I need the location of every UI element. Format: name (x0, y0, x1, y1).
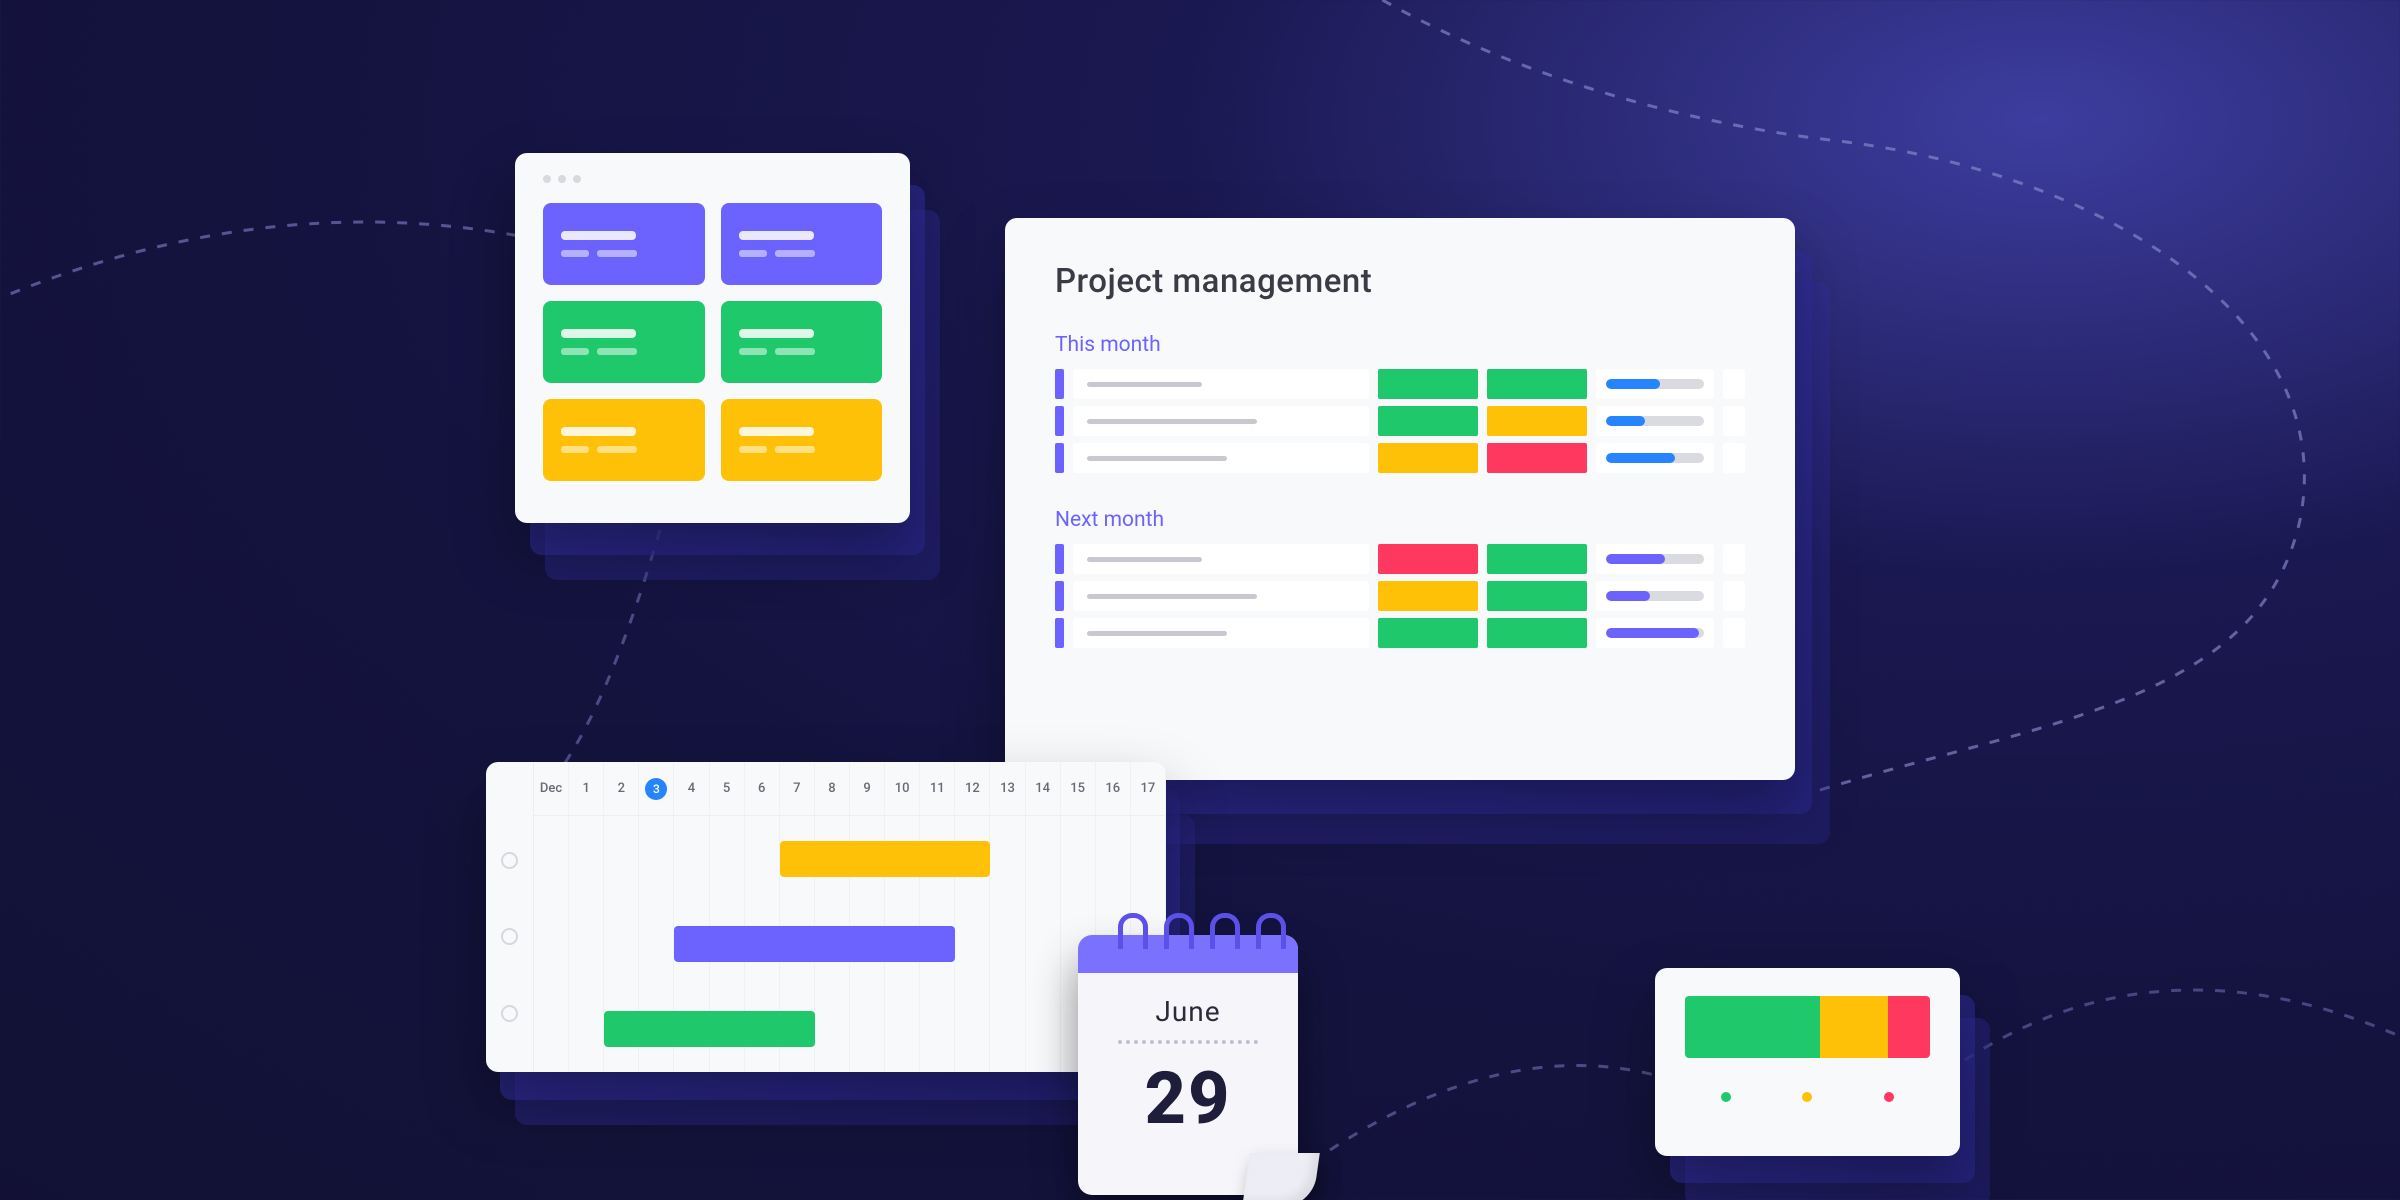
traffic-light-dot (558, 175, 566, 183)
status-cell[interactable] (1487, 369, 1587, 399)
status-cell[interactable] (1378, 544, 1478, 574)
task-row[interactable] (1055, 618, 1745, 648)
status-segment (1685, 996, 1820, 1058)
gantt-day-header[interactable]: 7 (780, 762, 815, 815)
progress-cell (1596, 406, 1714, 436)
gantt-day-header[interactable]: 11 (920, 762, 955, 815)
row-toggle-circle[interactable] (501, 852, 518, 869)
task-row[interactable] (1055, 406, 1745, 436)
task-name-placeholder (1073, 369, 1369, 399)
gantt-day-header[interactable]: 10 (885, 762, 920, 815)
status-segment (1888, 996, 1930, 1058)
panel-title: Project management (1055, 262, 1745, 301)
status-cell[interactable] (1487, 443, 1587, 473)
progress-cell (1596, 443, 1714, 473)
page-curl-icon (1242, 1153, 1320, 1200)
gantt-bar[interactable] (780, 841, 991, 877)
gantt-day-header[interactable]: 14 (1026, 762, 1061, 815)
progress-cell (1596, 544, 1714, 574)
status-cell[interactable] (1378, 406, 1478, 436)
legend-dot (1802, 1092, 1812, 1102)
status-cell[interactable] (1378, 618, 1478, 648)
kanban-tile[interactable] (721, 399, 883, 481)
status-segment (1820, 996, 1889, 1058)
task-row[interactable] (1055, 443, 1745, 473)
gantt-bar[interactable] (604, 1011, 815, 1047)
kanban-board-card (515, 153, 910, 523)
status-cell[interactable] (1487, 406, 1587, 436)
legend-dot (1884, 1092, 1894, 1102)
window-controls (543, 175, 882, 183)
status-cell[interactable] (1487, 544, 1587, 574)
traffic-light-dot (543, 175, 551, 183)
status-cell[interactable] (1378, 369, 1478, 399)
kanban-tile[interactable] (543, 203, 705, 285)
gantt-day-header[interactable]: 12 (955, 762, 990, 815)
task-name-placeholder (1073, 581, 1369, 611)
calendar-month: June (1078, 995, 1298, 1028)
row-toggle-circle[interactable] (501, 1005, 518, 1022)
task-row[interactable] (1055, 581, 1745, 611)
project-management-panel: Project management This month Next month (1005, 218, 1795, 780)
task-name-placeholder (1073, 544, 1369, 574)
kanban-tile[interactable] (543, 399, 705, 481)
gantt-day-header[interactable]: 8 (815, 762, 850, 815)
task-row[interactable] (1055, 544, 1745, 574)
gantt-day-header[interactable]: 15 (1061, 762, 1096, 815)
task-name-placeholder (1073, 443, 1369, 473)
gantt-row-toggles (486, 762, 534, 1072)
legend-dot (1721, 1092, 1731, 1102)
gantt-bar[interactable] (674, 926, 955, 962)
kanban-tile[interactable] (543, 301, 705, 383)
progress-cell (1596, 618, 1714, 648)
gantt-day-header[interactable]: 4 (674, 762, 709, 815)
task-name-placeholder (1073, 406, 1369, 436)
gantt-day-header[interactable]: 9 (850, 762, 885, 815)
section-label: Next month (1055, 508, 1745, 532)
progress-cell (1596, 369, 1714, 399)
gantt-timeline-card: Dec1234567891011121314151617 (486, 762, 1166, 1072)
gantt-day-header[interactable]: 16 (1096, 762, 1131, 815)
gantt-day-header[interactable]: 17 (1131, 762, 1166, 815)
section-label: This month (1055, 333, 1745, 357)
task-name-placeholder (1073, 618, 1369, 648)
calendar-divider (1118, 1040, 1258, 1044)
task-row[interactable] (1055, 369, 1745, 399)
status-cell[interactable] (1378, 581, 1478, 611)
calendar-rings (1118, 913, 1286, 949)
gantt-day-header[interactable]: 6 (745, 762, 780, 815)
traffic-light-dot (573, 175, 581, 183)
progress-cell (1596, 581, 1714, 611)
kanban-tile[interactable] (721, 301, 883, 383)
status-cell[interactable] (1378, 443, 1478, 473)
gantt-day-header[interactable]: 13 (990, 762, 1025, 815)
status-cell[interactable] (1487, 581, 1587, 611)
gantt-month-label: Dec (534, 762, 569, 815)
gantt-day-header[interactable]: 5 (710, 762, 745, 815)
kanban-tile[interactable] (721, 203, 883, 285)
gantt-day-header[interactable]: 2 (604, 762, 639, 815)
calendar-widget: June 29 (1078, 935, 1298, 1195)
row-toggle-circle[interactable] (501, 928, 518, 945)
gantt-day-header[interactable]: 1 (569, 762, 604, 815)
calendar-day: 29 (1078, 1056, 1298, 1141)
status-cell[interactable] (1487, 618, 1587, 648)
gantt-day-header[interactable]: 3 (639, 762, 674, 815)
status-bar-widget (1655, 968, 1960, 1156)
